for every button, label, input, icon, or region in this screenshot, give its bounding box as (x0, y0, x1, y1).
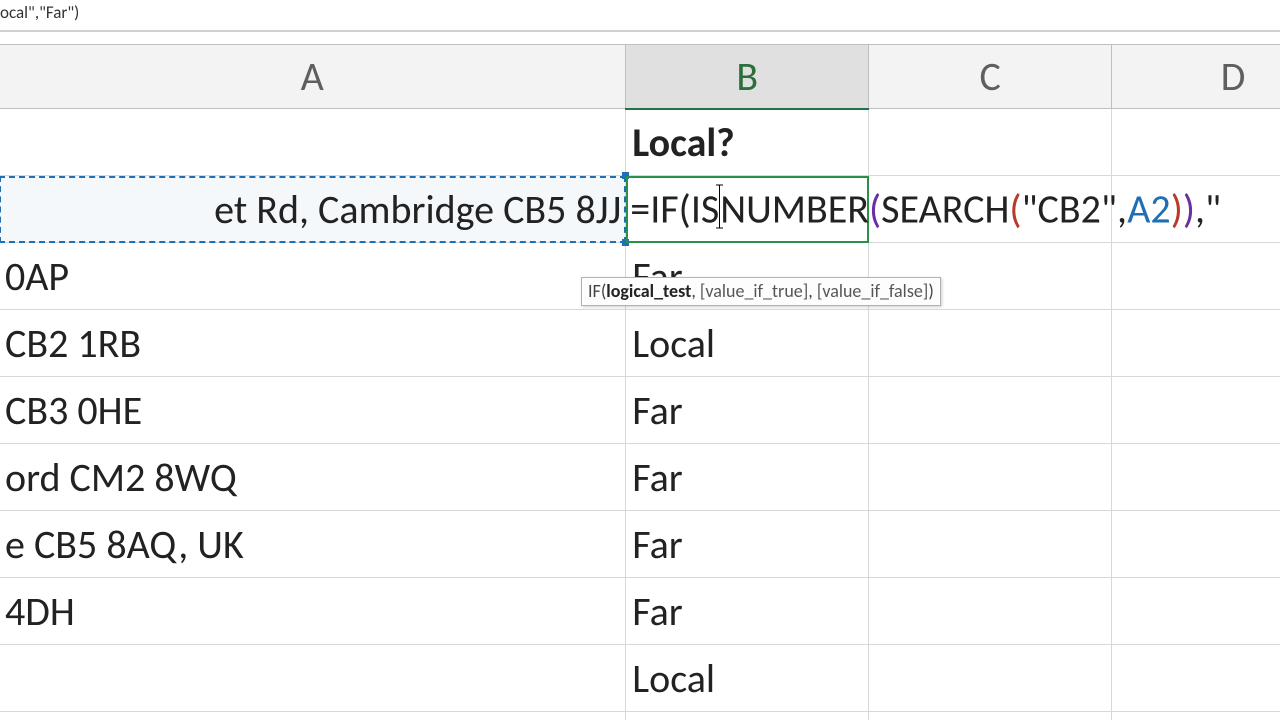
function-tooltip[interactable]: IF(logical_test, [value_if_true], [value… (581, 277, 941, 306)
cell-B4[interactable]: Local (626, 310, 869, 377)
formula-fn-isnumber-pre: IS (691, 185, 719, 234)
cell-D2[interactable] (1112, 176, 1280, 243)
cell-A5[interactable]: CB3 0HE (0, 377, 626, 444)
formula-eq: = (630, 185, 650, 234)
column-label: B (736, 52, 758, 101)
cell-B6[interactable]: Far (626, 444, 869, 511)
cell-text: Local (632, 654, 715, 703)
tooltip-sep: , (691, 280, 700, 302)
formula-fn-if: IF (650, 185, 678, 234)
cell-A1[interactable] (0, 109, 626, 176)
cell-B8[interactable]: Far (626, 578, 869, 645)
cell-B10[interactable] (626, 712, 869, 720)
grid[interactable]: A B C D Local? et Rd, Cambridge CB5 8JJ (0, 44, 1280, 720)
cell-A8[interactable]: 4DH (0, 578, 626, 645)
formula-paren: ( (679, 185, 691, 234)
formula-bar-text: ocal","Far") (0, 0, 79, 23)
table-row: e CB5 8AQ, UK Far (0, 511, 1280, 578)
column-header-row: A B C D (0, 45, 1280, 109)
cell-D4[interactable] (1112, 310, 1280, 377)
cell-text: Far (632, 587, 682, 636)
cell-C5[interactable] (869, 377, 1112, 444)
cell-text: Far (632, 453, 682, 502)
cell-A2[interactable]: et Rd, Cambridge CB5 8JJ (0, 176, 626, 243)
text-caret-icon (719, 185, 720, 229)
tooltip-paren: ) (928, 280, 933, 302)
cell-B5[interactable]: Far (626, 377, 869, 444)
column-label: A (301, 52, 324, 101)
table-row (0, 712, 1280, 720)
cell-C4[interactable] (869, 310, 1112, 377)
cell-text: ord CM2 8WQ (5, 453, 237, 502)
tooltip-arg: [value_if_false] (817, 280, 929, 302)
tooltip-arg-current: logical_test (606, 280, 691, 302)
column-label: D (1221, 52, 1246, 101)
cell-A9[interactable] (0, 645, 626, 712)
cell-D5[interactable] (1112, 377, 1280, 444)
table-row: Local? (0, 109, 1280, 176)
cell-D10[interactable] (1112, 712, 1280, 720)
cell-B2-editing[interactable]: =IF(ISNUMBER(SEARCH("CB2",A2))," (626, 176, 869, 243)
cell-A10[interactable] (0, 712, 626, 720)
cell-text: Far (632, 520, 682, 569)
cell-D3[interactable] (1112, 243, 1280, 310)
cell-text: Local (632, 319, 715, 368)
cell-C9[interactable] (869, 645, 1112, 712)
cell-C6[interactable] (869, 444, 1112, 511)
cell-C10[interactable] (869, 712, 1112, 720)
cell-text: e CB5 8AQ, UK (5, 520, 244, 569)
table-row: CB3 0HE Far (0, 377, 1280, 444)
cell-A7[interactable]: e CB5 8AQ, UK (0, 511, 626, 578)
cell-text: et Rd, Cambridge CB5 8JJ (214, 185, 621, 234)
cell-A6[interactable]: ord CM2 8WQ (0, 444, 626, 511)
cell-B9[interactable]: Local (626, 645, 869, 712)
tooltip-arg: [value_if_true] (700, 280, 808, 302)
cell-text: 4DH (5, 587, 75, 636)
cell-D6[interactable] (1112, 444, 1280, 511)
cell-C1[interactable] (869, 109, 1112, 176)
cell-A4[interactable]: CB2 1RB (0, 310, 626, 377)
column-header-D[interactable]: D (1112, 45, 1280, 109)
cell-B1[interactable]: Local? (626, 109, 869, 176)
cell-B7[interactable]: Far (626, 511, 869, 578)
cell-C7[interactable] (869, 511, 1112, 578)
worksheet[interactable]: A B C D Local? et Rd, Cambridge CB5 8JJ (0, 32, 1280, 720)
cell-C8[interactable] (869, 578, 1112, 645)
column-header-A[interactable]: A (0, 45, 626, 109)
cell-D7[interactable] (1112, 511, 1280, 578)
cell-text: Local? (632, 118, 734, 167)
cell-D8[interactable] (1112, 578, 1280, 645)
table-row: Local (0, 645, 1280, 712)
column-header-C[interactable]: C (869, 45, 1112, 109)
column-header-B[interactable]: B (626, 45, 869, 109)
formula-bar[interactable]: ocal","Far") (0, 0, 1280, 32)
column-label: C (980, 52, 1001, 101)
tooltip-fn-name: IF (588, 280, 601, 302)
tooltip-sep: , (808, 280, 817, 302)
cell-C2[interactable] (869, 176, 1112, 243)
table-row: ord CM2 8WQ Far (0, 444, 1280, 511)
cell-D1[interactable] (1112, 109, 1280, 176)
formula-fn-isnumber-post: NUMBER (720, 185, 869, 234)
table-row: et Rd, Cambridge CB5 8JJ =IF(ISNUMBER(SE… (0, 176, 1280, 243)
cell-text: CB2 1RB (5, 319, 141, 368)
cell-text: Far (632, 386, 682, 435)
table-row: 4DH Far (0, 578, 1280, 645)
cell-D9[interactable] (1112, 645, 1280, 712)
cell-text: 0AP (5, 252, 69, 301)
cell-text: CB3 0HE (5, 386, 142, 435)
cell-A3[interactable]: 0AP (0, 243, 626, 310)
table-row: CB2 1RB Local (0, 310, 1280, 377)
